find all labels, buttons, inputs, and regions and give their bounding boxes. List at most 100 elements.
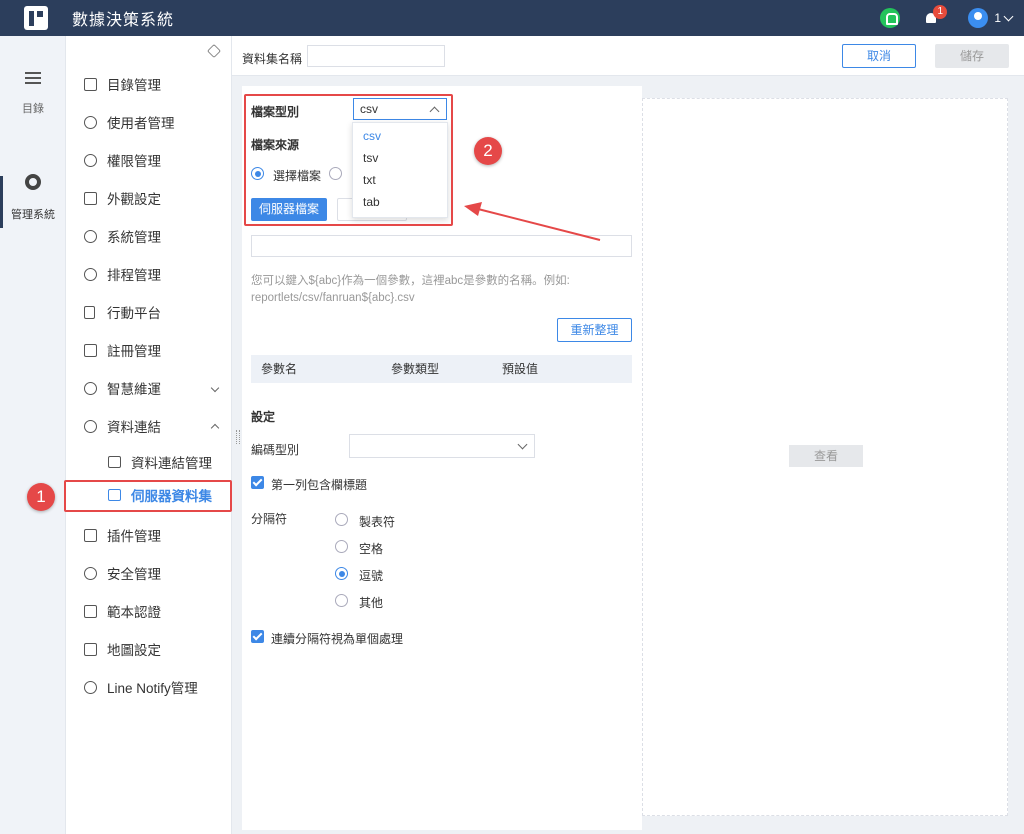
parameter-hint: 您可以鍵入${abc}作為一個參數，這裡abc是參數的名稱。例如: report… bbox=[251, 273, 636, 307]
sidebar-item-appearance[interactable]: 外觀設定 bbox=[66, 185, 232, 211]
encoding-select[interactable] bbox=[349, 434, 535, 458]
sidebar-item-register[interactable]: 註冊管理 bbox=[66, 337, 232, 363]
sidebar-item-label: 外觀設定 bbox=[107, 192, 161, 207]
sidebar-item-label: 智慧維運 bbox=[107, 382, 161, 397]
panel-resize-handle[interactable] bbox=[236, 430, 240, 444]
sidebar-item-catalog[interactable]: 目錄管理 bbox=[66, 71, 232, 97]
register-icon bbox=[84, 343, 97, 357]
sidebar-item-connection-management[interactable]: 資料連結管理 bbox=[66, 449, 232, 475]
sidebar-item-map[interactable]: 地圖設定 bbox=[66, 636, 232, 662]
sidebar-item-template-auth[interactable]: 範本認證 bbox=[66, 598, 232, 624]
sidebar-item-data-connection[interactable]: 資料連結 bbox=[66, 413, 232, 439]
delimiter-comma-radio[interactable] bbox=[335, 567, 348, 580]
rail-item-label: 目錄 bbox=[22, 103, 44, 115]
sidebar-item-label: 安全管理 bbox=[107, 567, 161, 582]
mobile-icon bbox=[84, 305, 95, 319]
dataset-name-label: 資料集名稱 bbox=[242, 52, 303, 66]
pin-icon[interactable] bbox=[206, 43, 222, 59]
lock-icon bbox=[84, 153, 97, 167]
dataset-header: 資料集名稱 取消 儲存 bbox=[232, 36, 1024, 76]
view-button[interactable]: 查看 bbox=[789, 445, 863, 467]
app-title: 數據決策系統 bbox=[72, 12, 175, 29]
settings-label: 設定 bbox=[251, 410, 276, 424]
top-bar: 數據決策系統 1 1 bbox=[0, 0, 1024, 36]
top-right-actions: 1 1 bbox=[880, 5, 1014, 28]
server-icon bbox=[108, 456, 121, 468]
notification-button[interactable]: 1 bbox=[924, 5, 948, 28]
sidebar-item-label: 地圖設定 bbox=[107, 643, 161, 658]
sidebar-item-label: 插件管理 bbox=[107, 529, 161, 544]
chevron-down-icon bbox=[517, 439, 528, 450]
sidebar-item-security[interactable]: 安全管理 bbox=[66, 560, 232, 586]
sidebar-item-permissions[interactable]: 權限管理 bbox=[66, 147, 232, 173]
highlight-server-dataset bbox=[64, 480, 232, 512]
sidebar-item-label: 行動平台 bbox=[107, 306, 161, 321]
timer-icon bbox=[84, 267, 97, 281]
sidebar-item-plugins[interactable]: 插件管理 bbox=[66, 522, 232, 548]
refresh-button[interactable]: 重新整理 bbox=[557, 318, 632, 342]
chevron-up-icon bbox=[210, 423, 220, 433]
sidebar-item-label: 權限管理 bbox=[107, 154, 161, 169]
sidebar-item-users[interactable]: 使用者管理 bbox=[66, 109, 232, 135]
chevron-down-icon[interactable] bbox=[1003, 11, 1014, 21]
sidebar-item-line-notify[interactable]: Line Notify管理 bbox=[66, 674, 232, 700]
column-header-param-name: 參數名 bbox=[261, 362, 298, 376]
encoding-label: 編碼型別 bbox=[251, 443, 300, 457]
first-row-header-label: 第一列包含欄標題 bbox=[271, 478, 368, 492]
shield-icon bbox=[84, 566, 97, 580]
sidebar-item-label: 目錄管理 bbox=[107, 78, 161, 93]
sidebar-item-schedule[interactable]: 排程管理 bbox=[66, 261, 232, 287]
sidebar-item-mobile[interactable]: 行動平台 bbox=[66, 299, 232, 325]
delimiter-space-radio[interactable] bbox=[335, 540, 348, 553]
app-logo[interactable] bbox=[24, 6, 48, 30]
sidebar-item-system[interactable]: 系統管理 bbox=[66, 223, 232, 249]
sidebar-item-label: 資料連結管理 bbox=[131, 456, 212, 471]
gear-icon bbox=[84, 229, 97, 243]
dataset-name-input[interactable] bbox=[307, 45, 445, 67]
user-icon bbox=[84, 115, 97, 129]
column-header-default-value: 預設值 bbox=[502, 362, 539, 376]
user-avatar[interactable] bbox=[968, 8, 989, 28]
user-name[interactable]: 1 bbox=[994, 11, 1001, 25]
column-header-param-type: 參數類型 bbox=[391, 362, 440, 376]
preview-panel: 查看 bbox=[642, 98, 1008, 816]
save-button[interactable]: 儲存 bbox=[935, 44, 1009, 68]
cancel-button[interactable]: 取消 bbox=[842, 44, 916, 68]
consecutive-delimiter-checkbox[interactable] bbox=[251, 630, 264, 643]
sidebar-item-label: 範本認證 bbox=[107, 605, 161, 620]
sidebar-item-label: 使用者管理 bbox=[107, 116, 175, 131]
map-icon bbox=[84, 642, 97, 656]
rail-item-label: 管理系統 bbox=[11, 209, 55, 221]
step-marker-1: 1 bbox=[27, 483, 55, 511]
delimiter-space-label: 空格 bbox=[359, 542, 384, 556]
list-icon bbox=[25, 72, 41, 84]
rail-item-catalog[interactable]: 目錄 bbox=[0, 72, 66, 116]
first-row-header-checkbox[interactable] bbox=[251, 476, 264, 489]
consecutive-delimiter-label: 連續分隔符視為單個處理 bbox=[271, 632, 404, 646]
param-table-header: 參數名 參數類型 預設值 bbox=[251, 355, 632, 383]
delimiter-other-label: 其他 bbox=[359, 596, 384, 610]
delimiter-other-radio[interactable] bbox=[335, 594, 348, 607]
delimiter-comma-label: 逗號 bbox=[359, 569, 384, 583]
hint-line-2: reportlets/csv/fanruan${abc}.csv bbox=[251, 292, 415, 304]
sidebar-item-label: 註冊管理 bbox=[107, 344, 161, 359]
delimiter-tab-radio[interactable] bbox=[335, 513, 348, 526]
sidebar-item-smart-ops[interactable]: 智慧維運 bbox=[66, 375, 232, 401]
step-marker-2: 2 bbox=[474, 137, 502, 165]
sidebar-item-label: 排程管理 bbox=[107, 268, 161, 283]
rail-item-management[interactable]: 管理系統 bbox=[0, 174, 66, 222]
puzzle-icon bbox=[84, 528, 97, 542]
chevron-down-icon bbox=[210, 383, 220, 393]
delimiter-tab-label: 製表符 bbox=[359, 515, 396, 529]
sidebar: 目錄管理 使用者管理 權限管理 外觀設定 系統管理 排程管理 行動平台 註冊管理… bbox=[66, 36, 232, 834]
sidebar-item-label: 系統管理 bbox=[107, 230, 161, 245]
delimiter-label: 分隔符 bbox=[251, 512, 288, 526]
highlight-file-type-dropdown bbox=[244, 94, 453, 226]
file-path-input[interactable] bbox=[251, 235, 632, 257]
sidebar-item-label: Line Notify管理 bbox=[107, 681, 198, 696]
gear-icon bbox=[84, 680, 97, 694]
nodes-icon bbox=[84, 381, 97, 395]
alert-bell-icon[interactable] bbox=[880, 8, 901, 28]
paperclip-icon bbox=[84, 419, 97, 433]
hint-line-1: 您可以鍵入${abc}作為一個參數，這裡abc是參數的名稱。例如: bbox=[251, 275, 570, 287]
